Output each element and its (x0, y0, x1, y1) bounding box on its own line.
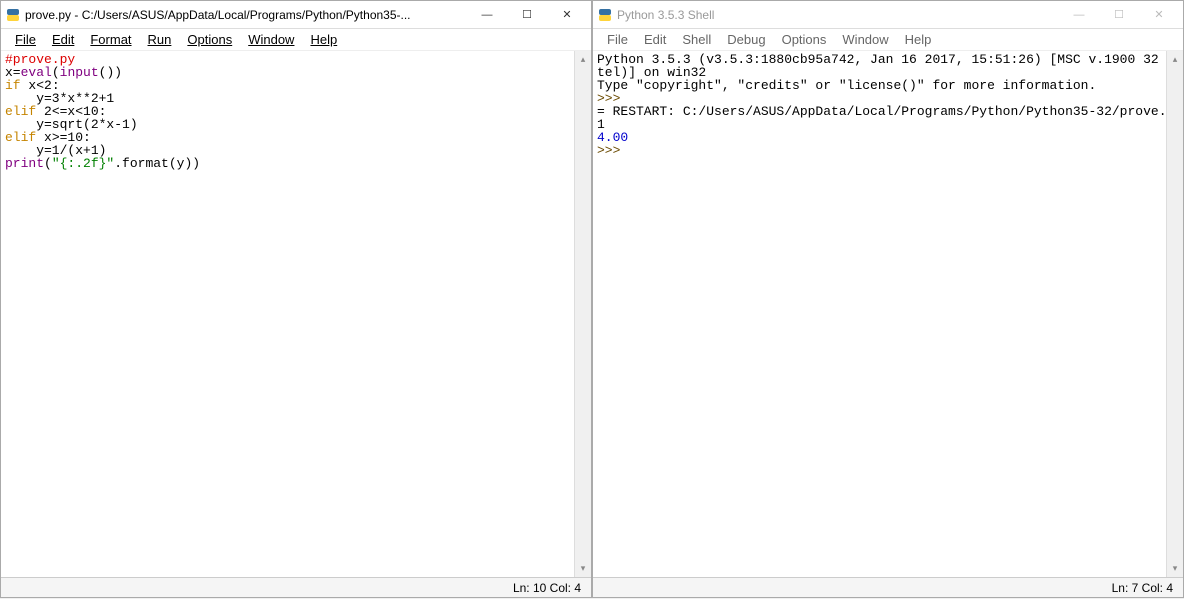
code-area[interactable]: #prove.py x=eval(input()) if x<2: y=3*x*… (1, 51, 591, 172)
scroll-up-icon[interactable]: ▴ (575, 51, 591, 68)
editor-cursor-position: Ln: 10 Col: 4 (513, 581, 581, 595)
shell-output[interactable]: Python 3.5.3 (v3.5.3:1880cb95a742, Jan 1… (593, 51, 1183, 159)
menu-debug[interactable]: Debug (719, 30, 773, 49)
close-button[interactable]: ✕ (547, 2, 587, 28)
shell-window: Python 3.5.3 Shell — ☐ ✕ File Edit Shell… (592, 0, 1184, 598)
menu-run[interactable]: Run (140, 30, 180, 49)
close-button[interactable]: ✕ (1139, 2, 1179, 28)
editor-window-controls: — ☐ ✕ (467, 2, 587, 28)
menu-edit[interactable]: Edit (44, 30, 82, 49)
shell-window-controls: — ☐ ✕ (1059, 2, 1179, 28)
shell-content[interactable]: Python 3.5.3 (v3.5.3:1880cb95a742, Jan 1… (593, 51, 1183, 577)
maximize-button[interactable]: ☐ (1099, 2, 1139, 28)
shell-prompt: >>> (597, 143, 628, 158)
shell-title-text: Python 3.5.3 Shell (617, 8, 1059, 22)
menu-window[interactable]: Window (240, 30, 302, 49)
minimize-button[interactable]: — (1059, 2, 1099, 28)
shell-statusbar: Ln: 7 Col: 4 (593, 577, 1183, 597)
scroll-down-icon[interactable]: ▾ (1167, 560, 1183, 577)
shell-vscrollbar[interactable]: ▴ ▾ (1166, 51, 1183, 577)
menu-options[interactable]: Options (179, 30, 240, 49)
menu-format[interactable]: Format (82, 30, 139, 49)
python-icon (5, 7, 21, 23)
shell-titlebar[interactable]: Python 3.5.3 Shell — ☐ ✕ (593, 1, 1183, 29)
code-line: print("{:.2f}".format(y)) (5, 156, 200, 171)
menu-file[interactable]: File (599, 30, 636, 49)
menu-options[interactable]: Options (774, 30, 835, 49)
menu-shell[interactable]: Shell (674, 30, 719, 49)
menu-edit[interactable]: Edit (636, 30, 674, 49)
minimize-button[interactable]: — (467, 2, 507, 28)
scroll-down-icon[interactable]: ▾ (575, 560, 591, 577)
editor-window: prove.py - C:/Users/ASUS/AppData/Local/P… (0, 0, 592, 598)
menu-file[interactable]: File (7, 30, 44, 49)
shell-line: Type "copyright", "credits" or "license(… (597, 78, 1096, 93)
maximize-button[interactable]: ☐ (507, 2, 547, 28)
menu-help[interactable]: Help (302, 30, 345, 49)
menu-help[interactable]: Help (897, 30, 940, 49)
shell-line: = RESTART: C:/Users/ASUS/AppData/Local/P… (597, 104, 1183, 119)
menu-window[interactable]: Window (834, 30, 896, 49)
editor-vscrollbar[interactable]: ▴ ▾ (574, 51, 591, 577)
scroll-up-icon[interactable]: ▴ (1167, 51, 1183, 68)
editor-statusbar: Ln: 10 Col: 4 (1, 577, 591, 597)
python-icon (597, 7, 613, 23)
editor-content[interactable]: #prove.py x=eval(input()) if x<2: y=3*x*… (1, 51, 591, 577)
shell-menubar: File Edit Shell Debug Options Window Hel… (593, 29, 1183, 51)
shell-cursor-position: Ln: 7 Col: 4 (1112, 581, 1173, 595)
editor-menubar: File Edit Format Run Options Window Help (1, 29, 591, 51)
editor-title-text: prove.py - C:/Users/ASUS/AppData/Local/P… (25, 8, 467, 22)
editor-titlebar[interactable]: prove.py - C:/Users/ASUS/AppData/Local/P… (1, 1, 591, 29)
